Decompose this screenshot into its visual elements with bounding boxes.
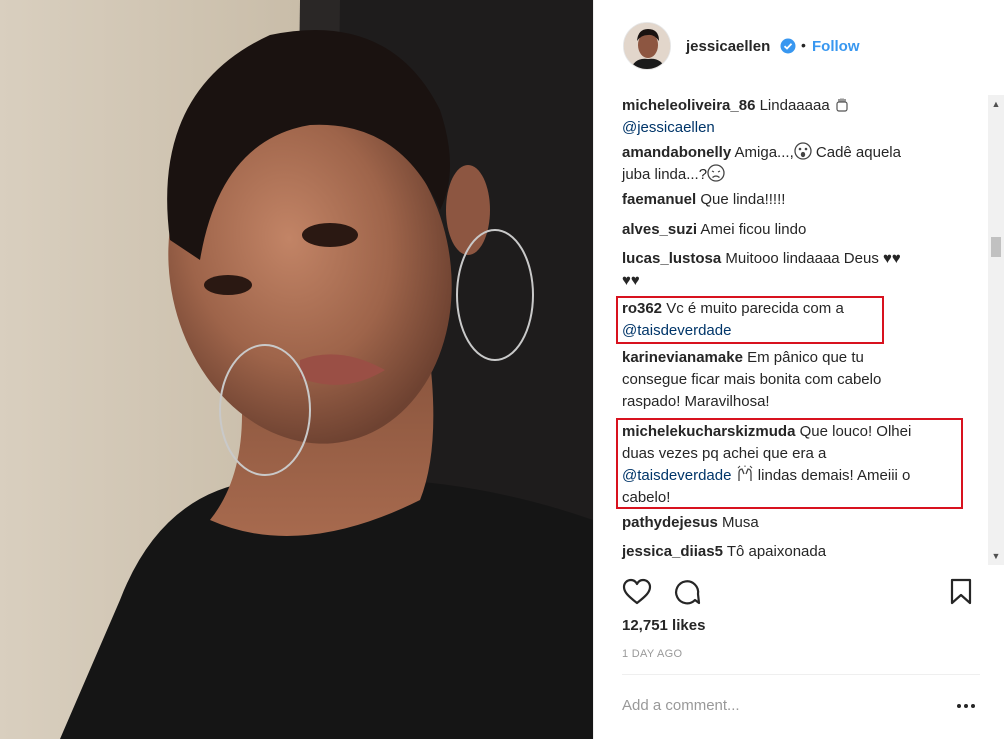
highlight-box <box>616 296 884 344</box>
shocked-face-emoji <box>794 142 812 160</box>
comment-text: Que linda!!!!! <box>696 191 786 208</box>
raised-fist-emoji <box>836 98 848 112</box>
comment-text: Muitooo lindaaaa Deus ♥♥ <box>721 250 901 267</box>
scrollbar-thumb[interactable] <box>991 237 1001 257</box>
comment-text: Amei ficou lindo <box>697 221 807 238</box>
divider <box>622 674 980 675</box>
comment-username[interactable]: karinevianamake <box>622 349 743 366</box>
comment-item: alves_suzi Amei ficou lindo <box>622 219 967 241</box>
comment-text: consegue ficar mais bonita com cabelo <box>622 371 882 388</box>
avatar[interactable] <box>623 22 671 70</box>
crying-face-emoji <box>707 164 725 182</box>
post-photo <box>0 0 593 739</box>
scroll-up-arrow-icon[interactable]: ▲ <box>988 97 1004 111</box>
comment-text: Lindaaaaa <box>755 97 834 114</box>
username-link[interactable]: jessicaellen <box>686 38 770 55</box>
verified-badge-icon <box>780 38 796 54</box>
post-actions <box>594 573 1005 613</box>
post-timestamp[interactable]: 1 DAY AGO <box>622 648 682 660</box>
comment-username[interactable]: pathydejesus <box>622 514 718 531</box>
comment-item: pathydejesus Musa <box>622 512 967 534</box>
comment-item: jessica_diias5 Tô apaixonada <box>622 541 967 563</box>
comments-list[interactable]: micheleoliveira_86 Lindaaaaa @jessicaell… <box>594 95 976 565</box>
comment-item: karinevianamake Em pânico que tu consegu… <box>622 347 967 413</box>
comment-text: raspado! Maravilhosa! <box>622 393 770 410</box>
comment-text: Musa <box>717 514 759 531</box>
comment-text: juba linda...? <box>622 166 708 183</box>
comment-item: amandabonelly Amiga..., Cadê aquela juba… <box>622 142 967 186</box>
heart-icon[interactable] <box>622 578 652 606</box>
comment-text: ♥♥ <box>622 272 640 289</box>
follow-button[interactable]: Follow <box>812 38 860 55</box>
post-details-panel: jessicaellen • Follow micheleoliveira_86… <box>593 0 1005 739</box>
comment-bubble-icon[interactable] <box>672 578 702 606</box>
bookmark-icon[interactable] <box>949 578 973 606</box>
comment-username[interactable]: micheleoliveira_86 <box>622 97 755 114</box>
likes-count[interactable]: 12,751 likes <box>622 617 705 634</box>
mention-link[interactable]: @jessicaellen <box>622 119 715 136</box>
comment-text: Em pânico que tu <box>742 349 864 366</box>
separator-dot: • <box>801 37 806 53</box>
highlight-box <box>616 418 963 509</box>
comment-text: Amiga..., <box>731 144 794 161</box>
comment-username[interactable]: lucas_lustosa <box>622 250 721 267</box>
comment-username[interactable]: jessica_diias5 <box>622 543 723 560</box>
scroll-down-arrow-icon[interactable]: ▼ <box>988 549 1004 563</box>
comment-text: Cadê aquela <box>811 144 901 161</box>
comments-scrollbar[interactable]: ▲ ▼ <box>988 95 1004 565</box>
add-comment-input[interactable] <box>622 694 942 716</box>
more-options-icon[interactable] <box>954 696 978 716</box>
comment-username[interactable]: amandabonelly <box>622 144 731 161</box>
comment-item: micheleoliveira_86 Lindaaaaa @jessicaell… <box>622 95 967 139</box>
comment-item: faemanuel Que linda!!!!! <box>622 189 967 211</box>
comment-text: Tô apaixonada <box>722 543 827 560</box>
post-header: jessicaellen • Follow <box>594 0 1005 95</box>
comment-username[interactable]: faemanuel <box>622 191 696 208</box>
comment-item: lucas_lustosa Muitooo lindaaaa Deus ♥♥ ♥… <box>622 248 967 292</box>
comment-username[interactable]: alves_suzi <box>622 221 697 238</box>
